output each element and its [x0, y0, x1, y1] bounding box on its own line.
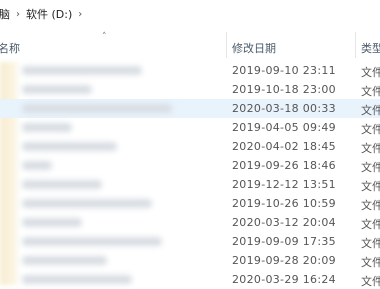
breadcrumb: 脑 › 软件 (D:) ›	[0, 0, 380, 28]
file-name-blurred	[22, 66, 142, 75]
modified-date: 2019-09-10 23:11	[232, 64, 336, 77]
list-item[interactable]: 2019-09-09 17:35 文件	[0, 232, 380, 251]
column-divider[interactable]	[355, 32, 356, 58]
file-name-blurred	[22, 237, 162, 246]
list-item[interactable]: 2020-03-12 20:04 文件	[0, 213, 380, 232]
modified-date: 2019-09-26 18:46	[232, 159, 336, 172]
modified-date: 2019-09-09 17:35	[232, 235, 336, 248]
list-item[interactable]: 2019-12-12 13:51 文件	[0, 175, 380, 194]
file-name-blurred	[22, 104, 172, 113]
breadcrumb-item-parent[interactable]: 脑	[0, 6, 12, 22]
file-name-blurred	[22, 199, 152, 208]
modified-date: 2019-10-18 23:00	[232, 83, 336, 96]
modified-date: 2019-12-12 13:51	[232, 178, 336, 191]
file-name-blurred	[22, 218, 82, 227]
modified-date: 2019-09-28 20:09	[232, 254, 336, 267]
modified-date: 2019-04-05 09:49	[232, 121, 336, 134]
column-divider[interactable]	[226, 32, 227, 58]
list-item[interactable]: 2019-09-26 18:46 文件	[0, 156, 380, 175]
file-type: 文件	[361, 142, 380, 155]
chevron-right-icon[interactable]: ›	[12, 9, 24, 20]
modified-date: 2020-03-18 00:33	[232, 102, 336, 115]
file-type: 文件	[361, 256, 380, 269]
modified-date: 2020-03-12 20:04	[232, 216, 336, 229]
list-item[interactable]: 2020-04-02 18:45 文件	[0, 137, 380, 156]
file-name-blurred	[22, 142, 117, 151]
column-header-row: 名称 ˄ 修改日期 类型	[0, 30, 380, 60]
list-item[interactable]: 2020-03-29 16:24 文件	[0, 270, 380, 289]
list-item[interactable]: 2019-10-18 23:00 文件	[0, 80, 380, 99]
file-type: 文件	[361, 180, 380, 193]
list-item[interactable]: 2019-10-26 10:59 文件	[0, 194, 380, 213]
file-type: 文件	[361, 66, 380, 79]
file-type: 文件	[361, 161, 380, 174]
file-type: 文件	[361, 237, 380, 250]
list-item[interactable]: 2019-09-28 20:09 文件	[0, 251, 380, 270]
column-header-name[interactable]: 名称	[0, 40, 20, 56]
file-name-blurred	[22, 161, 52, 170]
modified-date: 2020-04-02 18:45	[232, 140, 336, 153]
file-name-blurred	[22, 256, 107, 265]
column-header-date[interactable]: 修改日期	[232, 40, 276, 56]
file-type: 文件	[361, 85, 380, 98]
list-item[interactable]: 2019-04-05 09:49 文件	[0, 118, 380, 137]
file-list: 2019-09-10 23:11 文件 2019-10-18 23:00 文件 …	[0, 61, 380, 289]
file-type: 文件	[361, 218, 380, 231]
list-item[interactable]: 2019-09-10 23:11 文件	[0, 61, 380, 80]
chevron-right-icon[interactable]: ›	[74, 9, 86, 20]
file-type: 文件	[361, 199, 380, 212]
file-type: 文件	[361, 123, 380, 136]
breadcrumb-item-drive[interactable]: 软件 (D:)	[24, 6, 74, 22]
file-type: 文件	[361, 104, 380, 117]
modified-date: 2020-03-29 16:24	[232, 273, 336, 286]
file-name-blurred	[22, 275, 132, 284]
file-name-blurred	[22, 180, 102, 189]
file-type: 文件	[361, 275, 380, 288]
list-item-selected[interactable]: 2020-03-18 00:33 文件	[0, 99, 380, 118]
file-name-blurred	[22, 85, 92, 94]
file-name-blurred	[22, 123, 72, 132]
column-header-type[interactable]: 类型	[361, 40, 380, 56]
modified-date: 2019-10-26 10:59	[232, 197, 336, 210]
sort-ascending-icon: ˄	[102, 32, 107, 42]
